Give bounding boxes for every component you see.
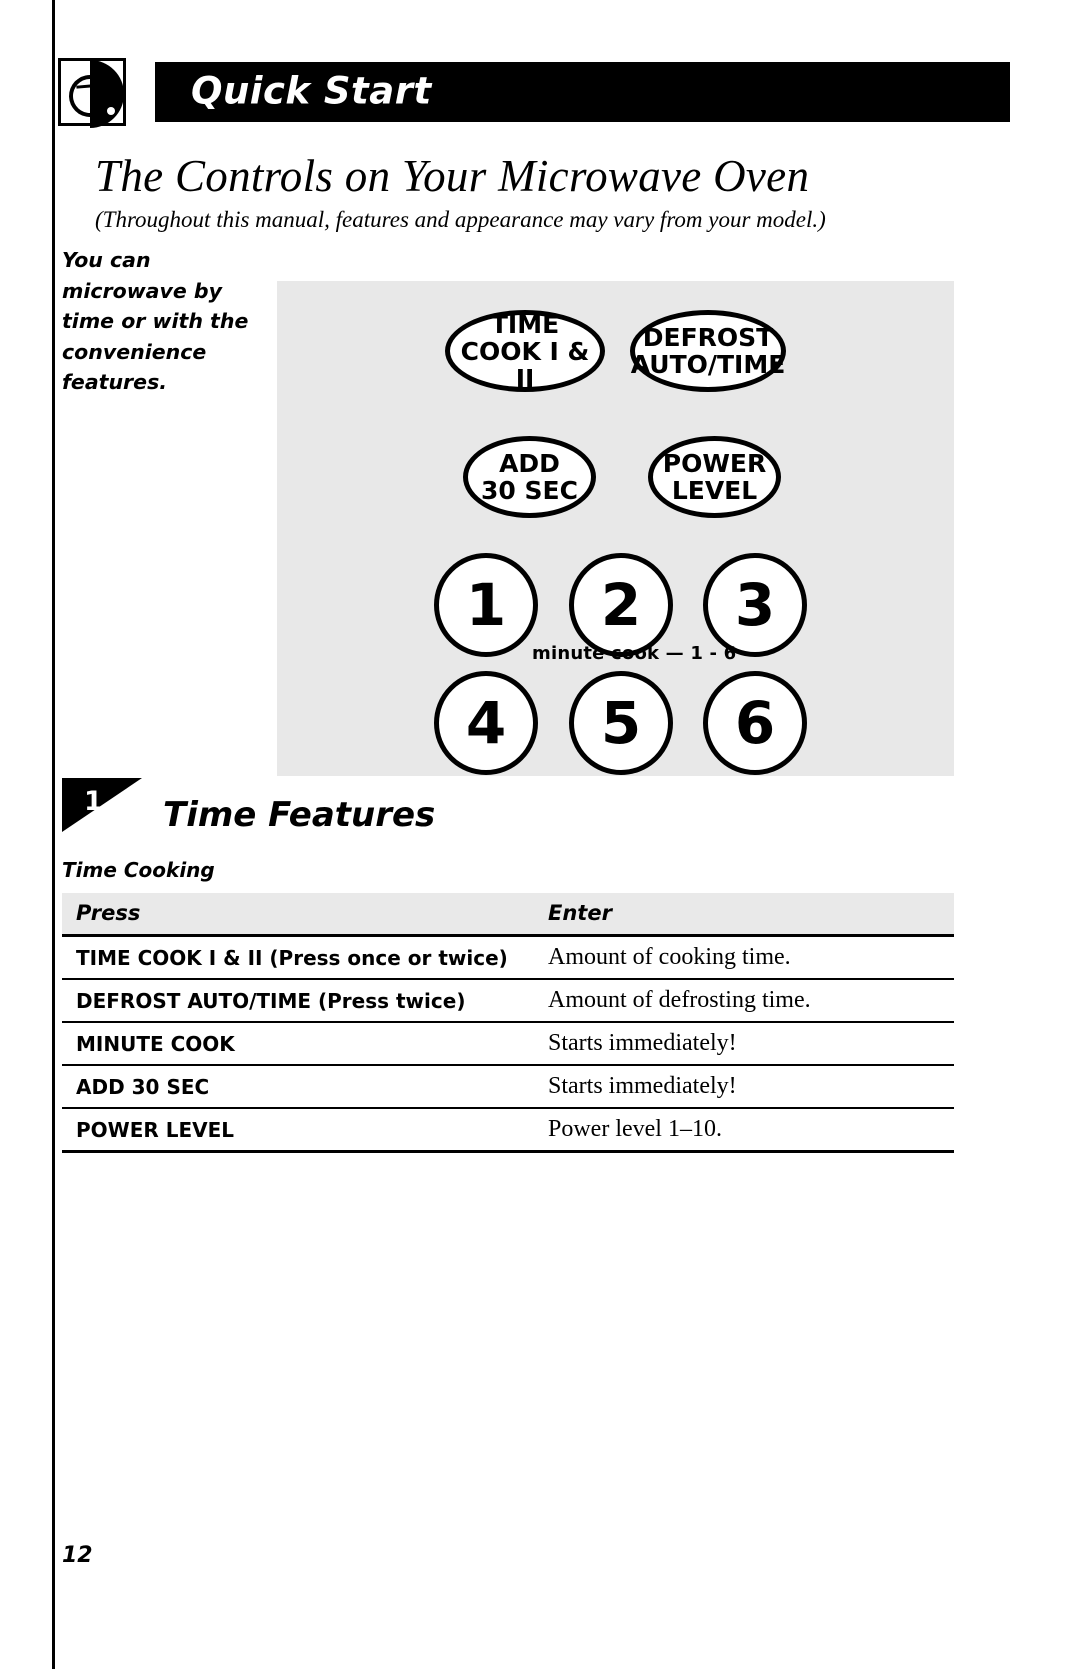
step-title: Time Features (163, 795, 436, 835)
control-panel-illustration: TIME COOK I & II DEFROST AUTO/TIME ADD 30 SEC… (277, 281, 954, 776)
page-number: 12 (62, 1543, 93, 1568)
keypad-button-add[interactable]: ADD 30 SEC (463, 436, 596, 518)
table-cell-enter: Power level 1–10. (534, 1108, 954, 1153)
table-cell-enter: Amount of cooking time. (534, 935, 954, 980)
table-row: TIME COOK I & II (Press once or twice) Am… (62, 935, 954, 980)
keypad-button-time[interactable]: TIME COOK I & II (445, 310, 605, 392)
table-cell-enter: Amount of defrosting time. (534, 979, 954, 1023)
keypad-number-1[interactable]: 1 (434, 553, 538, 657)
time-cooking-table: Press Enter TIME COOK I & II (Press once o… (62, 893, 954, 1153)
key-label-line2: 30 SEC (481, 476, 578, 505)
left-margin-rule (52, 0, 55, 1669)
table-cell-press: ADD 30 SEC (62, 1065, 534, 1109)
table-row: DEFROST AUTO/TIME (Press twice) Amount of… (62, 979, 954, 1023)
keypad-number-5[interactable]: 5 (569, 671, 673, 775)
step-number: 1 (84, 786, 103, 817)
table-row: MINUTE COOK Starts immediately! (62, 1022, 954, 1066)
key-label-line2: COOK I & II (460, 336, 590, 393)
page-subtitle: (Throughout this manual, features and ap… (95, 207, 826, 232)
header-title: Quick Start (191, 69, 432, 113)
key-label-line2: LEVEL (671, 476, 758, 505)
keypad-button-defrost[interactable]: DEFROST AUTO/TIME (630, 310, 786, 392)
section-subtitle: Time Cooking (62, 858, 215, 882)
table-row: POWER LEVEL Power level 1–10. (62, 1108, 954, 1153)
key-label-line1: DEFROST (642, 323, 774, 352)
key-label-line2: AUTO/TIME (630, 350, 786, 379)
icon-dot (107, 107, 115, 115)
microwave-dish-icon (58, 58, 126, 128)
intro-blurb: You can microwave by time or with the co… (62, 248, 249, 394)
keypad-number-6[interactable]: 6 (703, 671, 807, 775)
table-row: ADD 30 SEC Starts immediately! (62, 1065, 954, 1109)
key-label-line1: POWER (662, 449, 767, 478)
page-title: The Controls on Your Microwave Oven (95, 151, 810, 201)
key-label-line1: TIME (490, 309, 560, 339)
table-header-cell: Press (62, 893, 534, 937)
table-cell-press: MINUTE COOK (62, 1022, 534, 1066)
table-cell-enter: Starts immediately! (534, 1022, 954, 1066)
table-cell-enter: Starts immediately! (534, 1065, 954, 1109)
keypad-number-3[interactable]: 3 (703, 553, 807, 657)
table-header-cell: Enter (534, 893, 954, 937)
page: Quick Start The Controls on Your Microwa… (0, 0, 1080, 1669)
minute-cook-label: minute cook — 1 - 6 (532, 643, 737, 664)
table-cell-press: DEFROST AUTO/TIME (Press twice) (62, 979, 534, 1023)
keypad-button-power[interactable]: POWER LEVEL (648, 436, 781, 518)
table-header-row: Press Enter (62, 893, 954, 937)
keypad-number-4[interactable]: 4 (434, 671, 538, 775)
header-bar: Quick Start (155, 62, 1010, 122)
table-cell-press: POWER LEVEL (62, 1108, 534, 1153)
keypad-number-2[interactable]: 2 (569, 553, 673, 657)
key-label-line1: ADD (499, 449, 560, 478)
table-cell-press: TIME COOK I & II (Press once or twice) (62, 935, 534, 980)
